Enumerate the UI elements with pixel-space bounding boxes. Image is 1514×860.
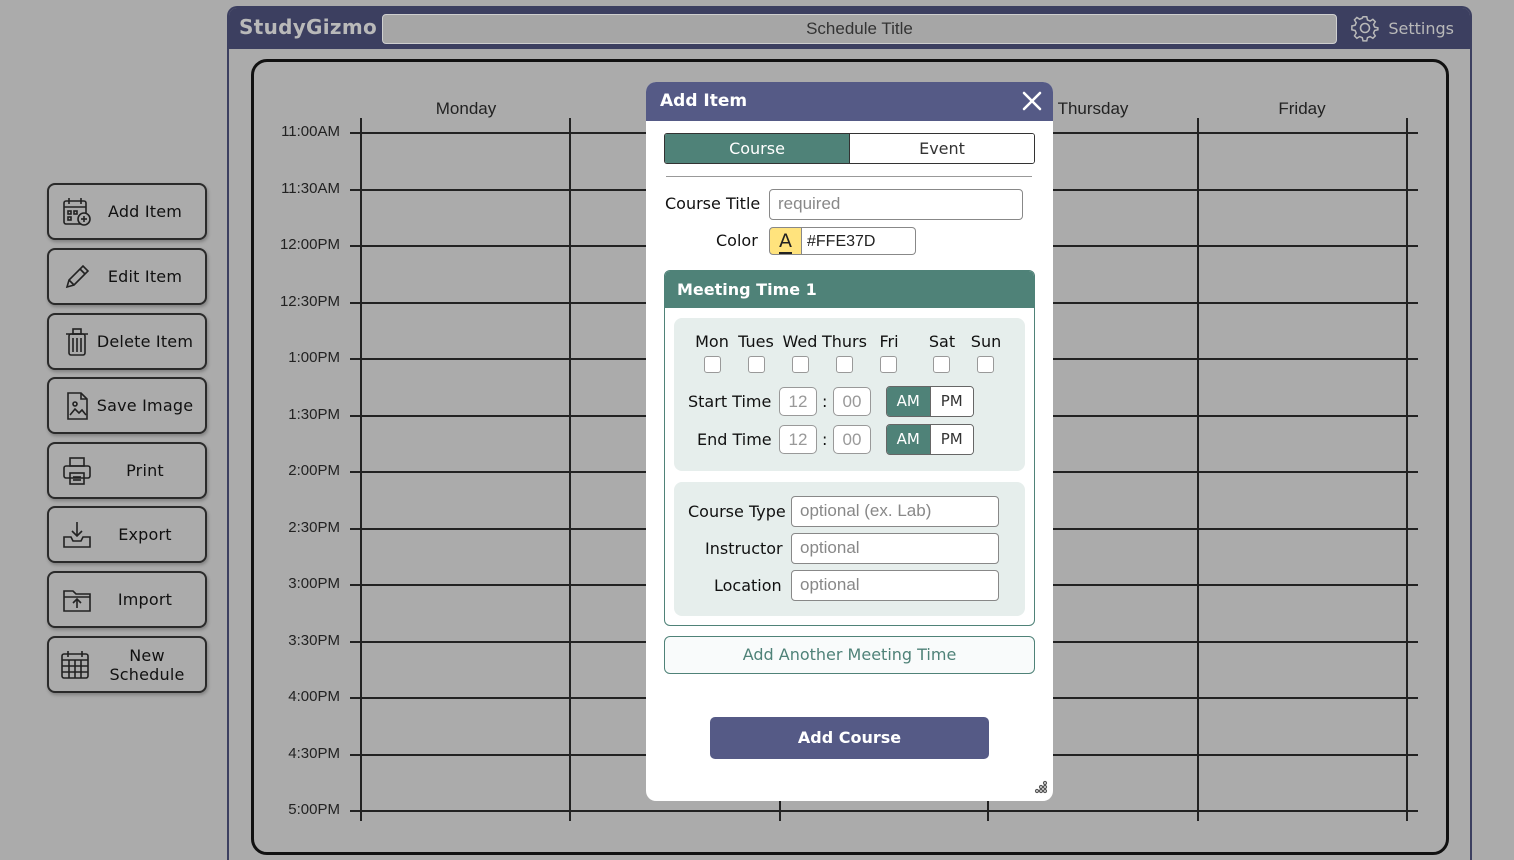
checkbox-sat[interactable] [933,356,950,373]
day-label-thurs: Thurs [822,332,867,351]
time-label: 2:30PM [288,519,340,536]
location-input[interactable]: optional [791,570,999,601]
export-label: Export [118,525,172,544]
start-time-label: Start Time [688,392,772,411]
start-minute-input[interactable]: 00 [833,387,871,416]
import-button[interactable]: Import [47,571,207,628]
location-label: Location [714,576,782,595]
end-minute-input[interactable]: 00 [833,425,871,454]
delete-item-label: Delete Item [96,332,194,351]
schedule-title-input[interactable]: Schedule Title [382,14,1337,44]
tab-course[interactable]: Course [665,134,849,163]
gear-icon [1351,15,1380,42]
close-icon[interactable] [1021,90,1043,112]
checkbox-wed[interactable] [792,356,809,373]
import-label: Import [117,590,173,609]
instructor-input[interactable]: optional [791,533,999,564]
course-type-input[interactable]: optional (ex. Lab) [791,496,999,527]
add-item-button[interactable]: Add Item [47,183,207,240]
time-label: 2:00PM [288,462,340,479]
day-label-wed: Wed [782,332,818,351]
item-type-toggle: Course Event [664,133,1035,164]
delete-item-button[interactable]: Delete Item [47,313,207,370]
checkbox-fri[interactable] [880,356,897,373]
color-label: Color [716,231,758,250]
end-pm-option[interactable]: PM [929,425,973,454]
time-label: 3:30PM [288,632,340,649]
time-label: 11:30AM [281,180,340,197]
time-label: 12:30PM [279,293,340,310]
settings-label: Settings [1388,18,1454,38]
new-schedule-button[interactable]: New Schedule [47,636,207,693]
end-time-label: End Time [697,430,772,449]
save-image-label: Save Image [96,396,194,415]
day-column-divider [1406,118,1408,821]
add-item-dialog: Add Item Course Event Course Title requi… [646,82,1053,801]
end-hour-input[interactable]: 12 [779,425,817,454]
print-label: Print [126,461,164,480]
end-colon: : [822,430,828,449]
time-gridline [350,810,1418,812]
start-ampm-toggle: AM PM [886,386,974,417]
day-header-monday: Monday [435,99,497,118]
time-label: 5:00PM [288,801,340,818]
add-item-label: Add Item [107,202,183,221]
checkbox-thurs[interactable] [836,356,853,373]
dialog-header: Add Item [646,82,1053,121]
end-am-option[interactable]: AM [887,425,930,454]
add-another-meeting-button[interactable]: Add Another Meeting Time [664,636,1035,674]
calendar-grid-icon [59,649,91,681]
checkbox-sun[interactable] [977,356,994,373]
start-pm-option[interactable]: PM [929,387,973,416]
time-label: 4:30PM [288,745,340,762]
day-label-fri: Fri [879,332,899,351]
edit-item-label: Edit Item [107,267,183,286]
day-column-divider [569,118,571,821]
time-label: 3:00PM [288,575,340,592]
course-title-input[interactable]: required [769,189,1023,220]
meeting-days-times-panel: Mon Tues Wed Thurs Fri Sat Sun Start Tim… [674,318,1025,471]
day-label-sun: Sun [970,332,1002,351]
course-title-label: Course Title [665,194,761,213]
top-bar: StudyGizmo Schedule Title Settings [229,8,1470,49]
day-label-tues: Tues [738,332,774,351]
start-colon: : [822,392,828,411]
dialog-title: Add Item [660,91,748,111]
color-swatch-button[interactable]: A [769,227,802,255]
course-type-label: Course Type [688,502,786,521]
meeting-time-section: Meeting Time 1 Mon Tues Wed Thurs Fri Sa… [664,270,1035,626]
start-am-option[interactable]: AM [887,387,930,416]
day-column-divider [360,118,362,821]
app-logo: StudyGizmo [239,15,378,39]
color-swatch-letter: A [779,230,792,254]
meeting-time-title: Meeting Time 1 [665,271,1034,308]
add-course-button[interactable]: Add Course [710,717,989,759]
time-label: 1:00PM [288,349,340,366]
print-button[interactable]: Print [47,442,207,499]
start-hour-input[interactable]: 12 [779,387,817,416]
resize-handle-icon[interactable] [1032,780,1048,796]
time-label: 4:00PM [288,688,340,705]
settings-button[interactable]: Settings [1350,13,1454,43]
new-schedule-label: New Schedule [109,645,185,684]
day-label-mon: Mon [695,332,729,351]
time-label: 11:00AM [281,123,340,140]
export-button[interactable]: Export [47,506,207,563]
day-label-sat: Sat [928,332,956,351]
day-column-divider [1197,118,1199,821]
checkbox-tues[interactable] [748,356,765,373]
edit-item-button[interactable]: Edit Item [47,248,207,305]
save-image-button[interactable]: Save Image [47,377,207,434]
checkbox-mon[interactable] [704,356,721,373]
color-hex-input[interactable]: #FFE37D [801,227,916,255]
end-ampm-toggle: AM PM [886,424,974,455]
instructor-label: Instructor [705,539,783,558]
time-label: 1:30PM [288,406,340,423]
meeting-details-panel: Course Type optional (ex. Lab) Instructo… [674,482,1025,616]
time-label: 12:00PM [279,236,340,253]
tab-event[interactable]: Event [849,134,1034,163]
divider [666,176,1032,177]
day-header-friday: Friday [1278,99,1326,118]
